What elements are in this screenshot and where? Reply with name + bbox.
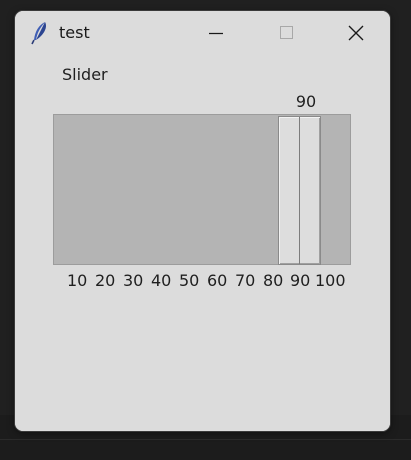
maximize-icon bbox=[280, 26, 293, 39]
tick-label: 80 bbox=[263, 271, 284, 290]
tick-label: 100 bbox=[315, 271, 346, 290]
tick-label: 10 bbox=[67, 271, 88, 290]
tick-label: 50 bbox=[179, 271, 200, 290]
tick-label: 60 bbox=[207, 271, 228, 290]
slider-thumb[interactable] bbox=[278, 116, 321, 265]
minimize-icon bbox=[209, 32, 223, 35]
close-icon bbox=[348, 25, 364, 41]
window-content: Slider 90 10 20 30 40 50 60 70 80 90 100 bbox=[15, 56, 390, 431]
close-button[interactable] bbox=[333, 11, 379, 56]
window-title: test bbox=[59, 23, 90, 42]
feather-icon bbox=[30, 21, 50, 45]
slider-value: 90 bbox=[295, 92, 317, 111]
desktop-divider bbox=[0, 439, 411, 440]
app-window: test Slider 90 10 20 30 40 50 60 70 80 9… bbox=[15, 11, 390, 431]
tick-label: 30 bbox=[123, 271, 144, 290]
slider-tick-labels: 10 20 30 40 50 60 70 80 90 100 bbox=[64, 271, 364, 291]
minimize-button[interactable] bbox=[193, 11, 239, 56]
slider-label: Slider bbox=[62, 65, 108, 84]
tick-label: 90 bbox=[290, 271, 311, 290]
tick-label: 70 bbox=[235, 271, 256, 290]
tick-label: 40 bbox=[151, 271, 172, 290]
title-bar[interactable]: test bbox=[15, 11, 390, 56]
tick-label: 20 bbox=[95, 271, 116, 290]
slider-trough[interactable] bbox=[53, 114, 351, 265]
slider-thumb-grip bbox=[299, 117, 300, 264]
maximize-button[interactable] bbox=[263, 11, 309, 56]
